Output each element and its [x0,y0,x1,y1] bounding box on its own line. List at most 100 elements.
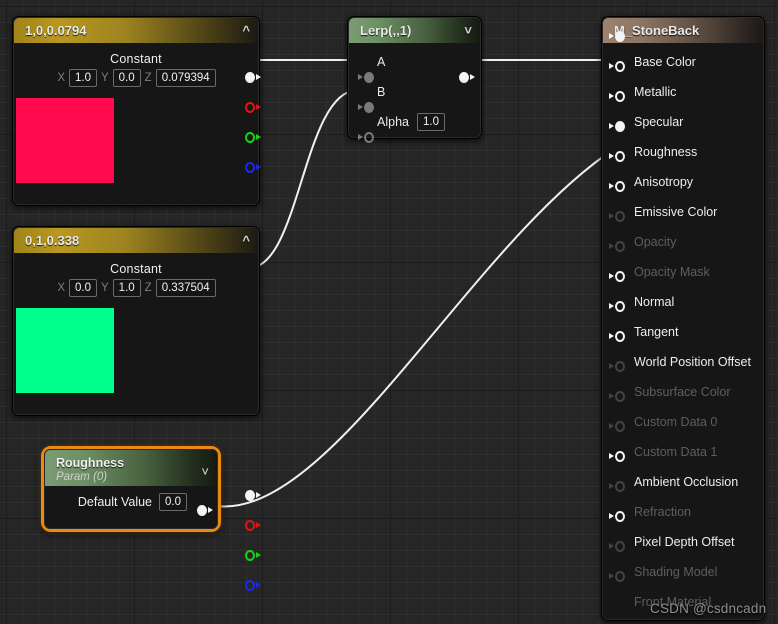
node-constant-2[interactable]: 0,1,0.338 ^ Constant X 0.0 Y 1.0 Z 0.337… [12,226,261,591]
output-pin-b[interactable] [245,577,261,593]
constant-z-input[interactable]: 0.337504 [155,279,216,297]
input-pin[interactable] [609,358,625,374]
output-pin-r[interactable] [245,99,261,115]
material-pin-row: Refraction [603,497,763,527]
material-pin-row: Emissive Color [603,197,763,227]
pin-dot [364,101,374,113]
node-roughness-param[interactable]: Roughness Param (0) ˅ Default Value 0.0 [41,446,221,532]
pin-dot [245,71,255,83]
pin-dot [364,71,374,83]
node-title: Lerp(,,1) [360,23,412,38]
node-title: 0,1,0.338 [25,233,80,248]
pin-arrow [609,393,614,399]
input-pin[interactable] [609,28,625,44]
pin-arrow [609,423,614,429]
pin-dot [615,390,625,402]
output-pin-g[interactable] [245,547,261,563]
input-pin[interactable] [609,448,625,464]
material-pin-row: Ambient Occlusion [603,467,763,497]
input-pin[interactable] [609,478,625,494]
node-header[interactable]: 1,0,0.0794 ^ [14,18,258,43]
material-pin-row: Opacity [603,227,763,257]
input-pin-b[interactable] [358,99,374,115]
constant-y-input[interactable]: 0.0 [112,69,141,87]
pin-arrow [609,183,614,189]
input-pin-alpha[interactable] [358,129,374,145]
pin-dot [615,150,625,162]
input-pin[interactable] [609,268,625,284]
input-pin-a[interactable] [358,69,374,85]
input-pin[interactable] [609,538,625,554]
material-pin-row: Metallic [603,77,763,107]
pin-arrow [256,164,261,170]
node-lerp[interactable]: Lerp(,,1) ˅ A B Alpha 1.0 [347,16,482,143]
input-pin[interactable] [609,508,625,524]
pin-arrow [609,213,614,219]
pin-arrow [609,483,614,489]
constant-z-input[interactable]: 0.079394 [155,69,216,87]
node-header[interactable]: Roughness Param (0) ˅ [45,450,217,486]
color-swatch[interactable] [16,98,114,183]
node-header[interactable]: 0,1,0.338 ^ [14,228,258,253]
node-subtitle: Param (0) [56,471,108,483]
output-pin-param[interactable] [197,502,213,518]
node-material-output[interactable]: M_StoneBack Base Color Metallic Specular Ro… [601,16,765,621]
pin-dot [459,71,469,83]
constant-label: Constant [110,52,162,66]
input-pin[interactable] [609,58,625,74]
input-pin[interactable] [609,298,625,314]
axis-label-x: X [57,72,65,84]
material-graph-canvas[interactable]: 1,0,0.0794 ^ Constant X 1.0 Y 0.0 Z 0.07… [0,0,778,624]
constant-x-input[interactable]: 1.0 [69,69,97,87]
constant-y-input[interactable]: 1.0 [112,279,141,297]
node-constant-1[interactable]: 1,0,0.0794 ^ Constant X 1.0 Y 0.0 Z 0.07… [12,16,261,206]
default-value-input[interactable]: 0.0 [159,493,187,511]
material-pin-row: Custom Data 0 [603,407,763,437]
output-pin-b[interactable] [245,159,261,175]
chevron-down-icon[interactable]: ˅ [201,465,209,478]
material-pin-row: Anisotropy [603,167,763,197]
pin-arrow [609,93,614,99]
pin-arrow [256,582,261,588]
chevron-up-icon[interactable]: ^ [242,24,250,37]
default-value-label: Default Value [77,495,152,509]
input-pin[interactable] [609,178,625,194]
node-header[interactable]: M_StoneBack [603,18,763,43]
chevron-up-icon[interactable]: ^ [242,234,250,247]
pin-dot [615,270,625,282]
pin-arrow [609,543,614,549]
pin-arrow [256,74,261,80]
axis-label-y: Y [101,72,109,84]
output-pin-result[interactable] [459,69,475,85]
chevron-down-icon[interactable]: ˅ [464,24,472,37]
input-pin[interactable] [609,418,625,434]
input-pin[interactable] [609,148,625,164]
output-pin-r[interactable] [245,517,261,533]
material-pin-label: Normal [634,295,675,309]
material-pin-row: Tangent [603,317,763,347]
pin-dot [615,210,625,222]
input-pin[interactable] [609,328,625,344]
material-pin-row: Shading Model [603,557,763,587]
color-swatch[interactable] [16,308,114,393]
pin-dot [245,519,255,531]
input-pin[interactable] [609,208,625,224]
input-pin[interactable] [609,388,625,404]
constant-x-input[interactable]: 0.0 [69,279,97,297]
output-pin-rgb[interactable] [245,69,261,85]
input-pin[interactable] [609,118,625,134]
input-pin[interactable] [609,238,625,254]
pin-dot [245,101,255,113]
constant-xyz-row: X 0.0 Y 1.0 Z 0.337504 [14,279,258,303]
material-pin-label: Tangent [634,325,679,339]
output-pin-g[interactable] [245,129,261,145]
material-pin-label: Refraction [634,505,691,519]
node-header[interactable]: Lerp(,,1) ˅ [349,18,480,43]
output-pin-rgb[interactable] [245,487,261,503]
input-pin[interactable] [609,88,625,104]
pin-arrow [609,153,614,159]
lerp-alpha-input[interactable]: 1.0 [416,113,445,131]
pin-dot [615,90,625,102]
input-pin[interactable] [609,568,625,584]
axis-label-x: X [57,282,65,294]
